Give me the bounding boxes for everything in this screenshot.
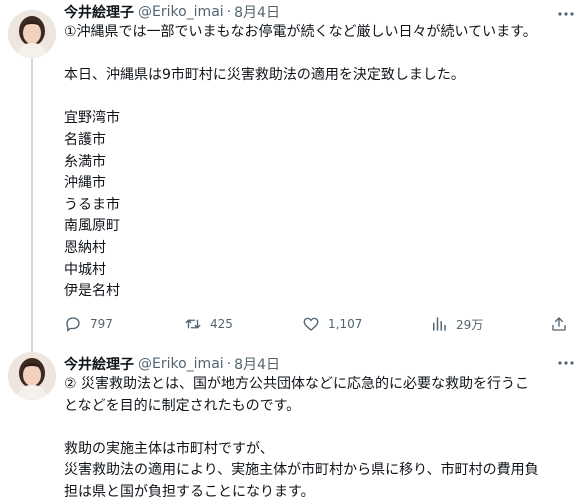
heart-icon — [303, 317, 319, 331]
tweet-actions: 797 425 1,107 29万 — [64, 312, 576, 336]
reply-count: 797 — [90, 317, 113, 331]
like-count: 1,107 — [328, 317, 363, 331]
tweet-line: 担は県と国が負担することになります。 — [64, 483, 315, 500]
author-handle[interactable]: @Eriko_imai — [138, 4, 224, 20]
tweet-line: 本日、沖縄県は9市町村に災害救助法の適用を決定致しました。 — [64, 67, 465, 84]
tweet-line: 糸満市 — [64, 153, 106, 170]
share-button[interactable] — [550, 315, 576, 333]
reply-button[interactable]: 797 — [64, 315, 184, 333]
tweet-line: 恩納村 — [64, 239, 106, 256]
tweet-line: ①沖縄県では一部でいまもなお停電が続くなど厳しい日々が続いています。 — [64, 24, 537, 40]
author-name[interactable]: 今井絵理子 — [64, 354, 134, 374]
tweet-content: 今井絵理子 @Eriko_imai · 8月4日 ② 災害救助法とは、国が地方公… — [64, 348, 576, 504]
view-count: 29万 — [456, 317, 484, 332]
tweet-date[interactable]: 8月4日 — [234, 2, 280, 22]
tweet-line: 沖縄市 — [64, 175, 106, 192]
tweet-line: 伊是名村 — [64, 283, 120, 300]
tweet-date[interactable]: 8月4日 — [234, 354, 280, 374]
tweet-1[interactable]: 今井絵理子 @Eriko_imai · 8月4日 ①沖縄県では一部でいまもなお停… — [0, 2, 588, 358]
author-handle[interactable]: @Eriko_imai — [138, 356, 224, 372]
tweet-line — [64, 417, 562, 439]
tweet-line: 名護市 — [64, 131, 106, 148]
retweet-count: 425 — [210, 317, 233, 331]
more-horizontal-icon[interactable] — [556, 7, 576, 21]
avatar[interactable] — [8, 10, 56, 58]
tweet-line: ② 災害救助法とは、国が地方公共団体などに応急的に必要な救助を行うこ — [64, 376, 529, 392]
views-button[interactable]: 29万 — [430, 315, 534, 333]
tweet-text: ①沖縄県では一部でいまもなお停電が続くなど厳しい日々が続いています。 本日、沖縄… — [64, 22, 576, 303]
tweet-line: うるま市 — [64, 196, 120, 213]
tweet-line: 中城村 — [64, 261, 106, 278]
separator-dot: · — [226, 356, 232, 372]
retweet-button[interactable]: 425 — [184, 315, 302, 333]
tweet-2[interactable]: 今井絵理子 @Eriko_imai · 8月4日 ② 災害救助法とは、国が地方公… — [0, 350, 588, 503]
views-chart-icon — [433, 317, 446, 331]
more-horizontal-icon[interactable] — [556, 356, 576, 370]
avatar[interactable] — [8, 352, 56, 400]
tweet-line: 災害救助法の適用により、実施主体が市町村から県に移り、市町村の費用負 — [64, 462, 539, 479]
reply-icon — [66, 317, 80, 332]
share-icon — [552, 317, 566, 331]
tweet-header: 今井絵理子 @Eriko_imai · 8月4日 — [64, 354, 576, 374]
thread-connector-line — [31, 54, 33, 358]
tweet-line: 救助の実施主体は市町村ですが、 — [64, 440, 274, 457]
tweet-line: 南風原町 — [64, 218, 120, 235]
tweet-line: となどを目的に制定されたものです。 — [64, 397, 301, 414]
tweet-line — [64, 44, 562, 66]
tweet-line — [64, 87, 562, 109]
tweet-line: 宜野湾市 — [64, 110, 120, 127]
separator-dot: · — [226, 4, 232, 20]
retweet-icon — [185, 319, 201, 329]
tweet-header: 今井絵理子 @Eriko_imai · 8月4日 — [64, 2, 576, 22]
like-button[interactable]: 1,107 — [302, 315, 430, 333]
author-name[interactable]: 今井絵理子 — [64, 2, 134, 22]
tweet-text: ② 災害救助法とは、国が地方公共団体などに応急的に必要な救助を行うこ となどを目… — [64, 374, 576, 504]
